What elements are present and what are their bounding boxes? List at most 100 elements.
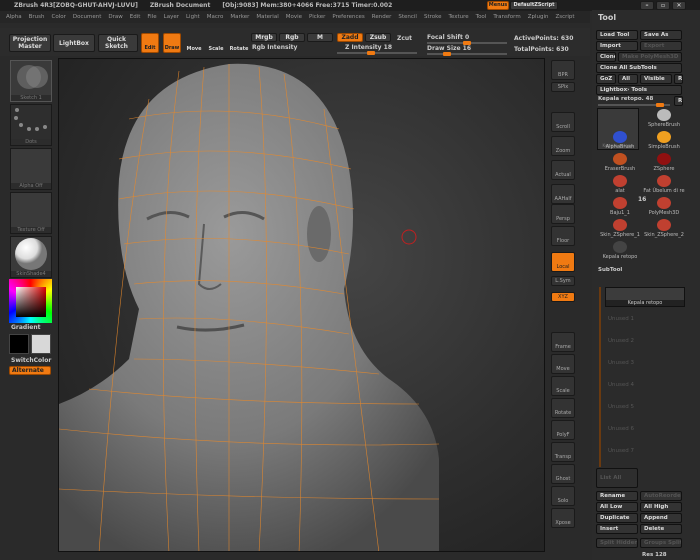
goz-button[interactable]: GoZ [596, 74, 616, 84]
projection-master-button[interactable]: Projection Master [9, 34, 51, 52]
delete-button[interactable]: Delete [640, 524, 682, 534]
transp-button[interactable]: Transp [551, 442, 575, 462]
list-all-button[interactable]: List All [596, 468, 638, 488]
subtool-slot[interactable]: Unused 5 [608, 404, 634, 410]
draw-button[interactable]: Draw [163, 33, 181, 53]
all-high-button[interactable]: All High [640, 502, 682, 512]
close-button[interactable]: ✕ [672, 1, 686, 10]
secondary-color-swatch[interactable] [31, 334, 51, 354]
rgb-intensity-slider[interactable]: Rgb Intensity [252, 44, 297, 51]
subtool-slot[interactable]: Unused 7 [608, 448, 634, 454]
rotate-button[interactable]: Rotate [229, 33, 249, 53]
zoom-button[interactable]: Zoom [551, 136, 575, 156]
main-color-swatch[interactable] [9, 334, 29, 354]
current-tool-slider[interactable]: Kepala retopo. 48 [598, 96, 653, 102]
tool-item[interactable]: alat [596, 174, 644, 195]
tool-item[interactable]: Baju1_1 [596, 196, 644, 217]
save-as-button[interactable]: Save As [640, 30, 682, 40]
subtool-slot[interactable]: Unused 1 [608, 316, 634, 322]
stroke-button[interactable]: Sketch 1 [10, 60, 52, 102]
subtool-slot[interactable]: Unused 4 [608, 382, 634, 388]
menu-brush[interactable]: Brush [29, 14, 45, 20]
menus-button[interactable]: Menus [487, 1, 509, 10]
tool-item[interactable]: Fat Ùbelum di re [640, 174, 688, 195]
clone-all-subtools-button[interactable]: Clone All SubTools [596, 63, 682, 73]
zadd-button[interactable]: Zadd [337, 33, 363, 42]
menu-marker[interactable]: Marker [230, 14, 249, 20]
rename-button[interactable]: Rename [596, 491, 638, 501]
switch-color-button[interactable]: SwitchColor [11, 357, 51, 364]
menu-alpha[interactable]: Alpha [6, 14, 22, 20]
gradient-label[interactable]: Gradient [11, 324, 41, 331]
menu-picker[interactable]: Picker [309, 14, 325, 20]
aahalf-button[interactable]: AAHalf [551, 184, 575, 204]
rotate-button[interactable]: Rotate [551, 398, 575, 418]
alpha-dots-button[interactable]: Dots [10, 104, 52, 146]
menu-color[interactable]: Color [52, 14, 66, 20]
tool-r-button[interactable]: R [674, 96, 683, 106]
groups-split-button[interactable]: Groups Split [640, 538, 682, 548]
ghost-button[interactable]: Ghost [551, 464, 575, 484]
menu-file[interactable]: File [147, 14, 156, 20]
texture-button[interactable]: Texture Off [10, 192, 52, 234]
menu-zscript[interactable]: Zscript [555, 14, 574, 20]
append-button[interactable]: Append [640, 513, 682, 523]
menu-document[interactable]: Document [73, 14, 102, 20]
m-button[interactable]: M [307, 33, 333, 42]
menu-macro[interactable]: Macro [207, 14, 224, 20]
autoreorder-button[interactable]: AutoReorder [640, 491, 682, 501]
tool-slider-track[interactable] [598, 103, 670, 107]
scroll-button[interactable]: Scroll [551, 112, 575, 132]
r-button[interactable]: R [674, 74, 683, 84]
z-intensity-slider[interactable] [337, 51, 417, 55]
polyf-button[interactable]: PolyF [551, 420, 575, 440]
spix-button[interactable]: SPix [551, 82, 575, 92]
tool-item[interactable]: Kepala retopo [596, 240, 644, 261]
tool-item[interactable]: EraserBrush [596, 152, 644, 173]
menu-preferences[interactable]: Preferences [332, 14, 364, 20]
split-hidden-button[interactable]: Split Hidden [596, 538, 638, 548]
restore-button[interactable]: ▫ [656, 1, 670, 10]
menu-stroke[interactable]: Stroke [424, 14, 442, 20]
color-square[interactable] [16, 287, 46, 317]
mrgb-button[interactable]: Mrgb [251, 33, 277, 42]
clone-button[interactable]: Clone [596, 52, 616, 62]
menu-layer[interactable]: Layer [164, 14, 179, 20]
alpha-button[interactable]: Alpha Off [10, 148, 52, 190]
xpose-button[interactable]: Xpose [551, 508, 575, 528]
menu-transform[interactable]: Transform [493, 14, 520, 20]
menu-movie[interactable]: Movie [286, 14, 302, 20]
actual-button[interactable]: Actual [551, 160, 575, 180]
lightbox-tools-button[interactable]: Lightbox› Tools [596, 85, 682, 95]
tool-item[interactable]: AlphaBrush [596, 130, 644, 151]
all-low-button[interactable]: All Low [596, 502, 638, 512]
tool-item[interactable]: Skin_ZSphere_2 [640, 218, 688, 239]
zsub-button[interactable]: Zsub [365, 33, 391, 42]
tool-item[interactable]: SimpleBrush [640, 130, 688, 151]
persp-button[interactable]: Persp [551, 204, 575, 224]
bpr-button[interactable]: BPR [551, 60, 575, 80]
rgb-button[interactable]: Rgb [279, 33, 305, 42]
menu-stencil[interactable]: Stencil [398, 14, 417, 20]
lightbox-button[interactable]: LightBox [53, 34, 95, 52]
duplicate-button[interactable]: Duplicate [596, 513, 638, 523]
document-canvas[interactable] [58, 58, 545, 552]
frame-button[interactable]: Frame [551, 332, 575, 352]
head-model[interactable] [59, 59, 545, 552]
menu-draw[interactable]: Draw [108, 14, 122, 20]
load-tool-button[interactable]: Load Tool [596, 30, 638, 40]
script-button[interactable]: DefaultZScript [510, 1, 558, 10]
tool-item[interactable]: Skin_ZSphere_1 [596, 218, 644, 239]
export-button[interactable]: Export [640, 41, 682, 51]
quick-sketch-button[interactable]: Quick Sketch [98, 34, 138, 52]
subtool-scrollbar[interactable] [599, 287, 601, 467]
move-button[interactable]: Move [185, 33, 203, 53]
zcut-button[interactable]: Zcut [397, 35, 412, 42]
move-button[interactable]: Move [551, 354, 575, 374]
material-button[interactable]: SkinShade4 [10, 236, 52, 278]
xyz-button[interactable]: XYZ [551, 292, 575, 302]
draw-size-slider[interactable] [427, 52, 507, 56]
subtool-slot[interactable]: Unused 2 [608, 338, 634, 344]
subtool-slot[interactable]: Unused 3 [608, 360, 634, 366]
insert-button[interactable]: Insert [596, 524, 638, 534]
